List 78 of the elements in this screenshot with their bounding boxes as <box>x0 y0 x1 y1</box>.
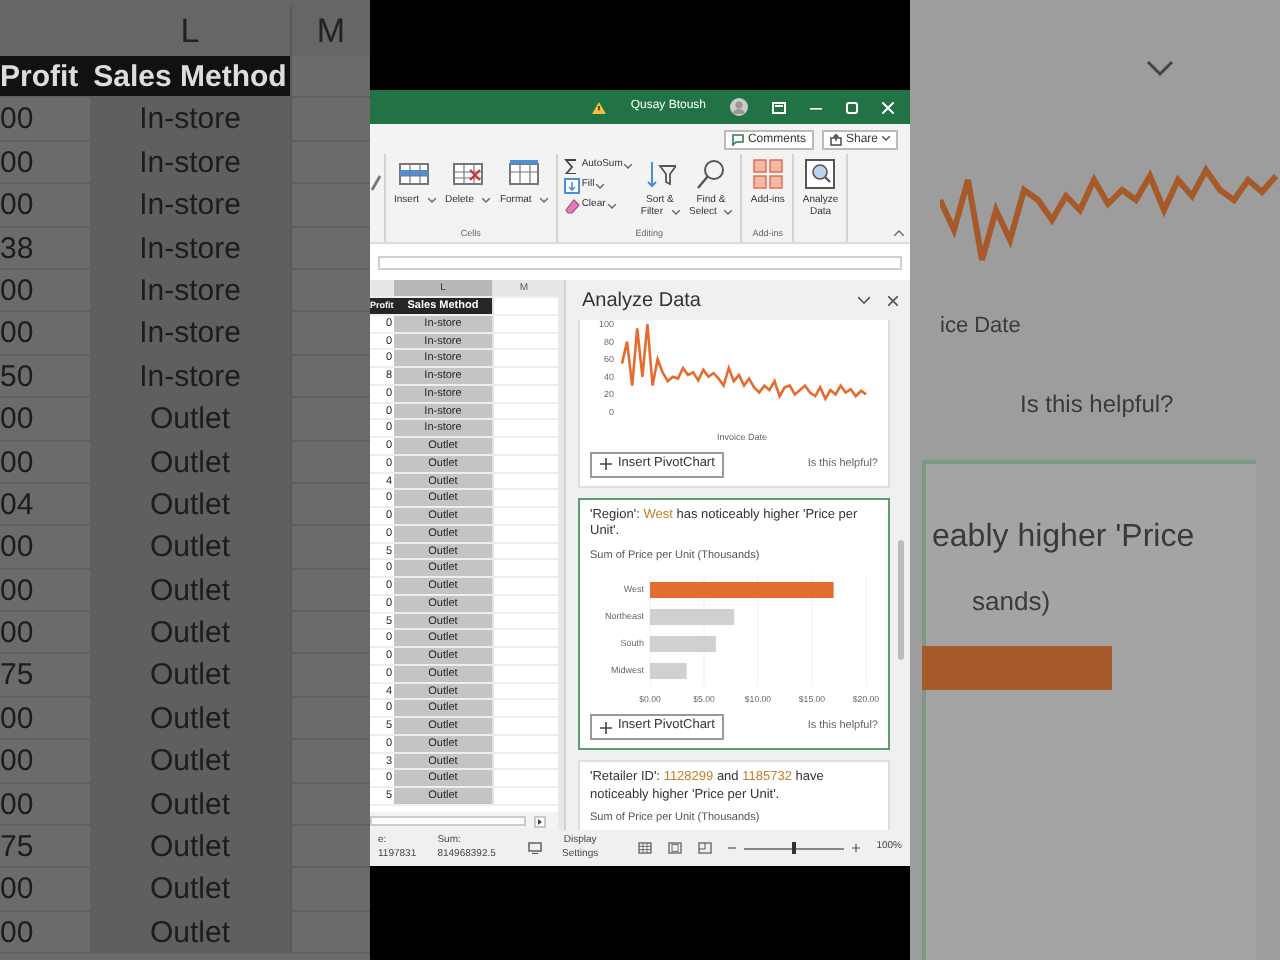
table-cell: Outlet <box>90 483 290 525</box>
scroll-right-icon[interactable] <box>534 815 546 827</box>
vertical-scrollbar[interactable] <box>898 540 904 660</box>
sigma-icon <box>563 158 580 174</box>
table-cell: Outlet <box>90 911 290 953</box>
table-cell-text: 00 <box>0 785 36 825</box>
table-cell-text: 38 <box>0 229 36 268</box>
monitor-icon <box>527 842 542 854</box>
chart-subtitle: sands) <box>970 584 1053 620</box>
header-cell: Sales Method <box>90 56 290 97</box>
insight-text: eably higher 'Price <box>932 518 1197 558</box>
table-cell-text: 00 <box>0 100 36 140</box>
normal-view-icon[interactable] <box>638 842 653 854</box>
header-cell: Profit <box>0 56 90 97</box>
table-cell-text: 50 <box>0 357 36 397</box>
table-cell: Outlet <box>90 826 290 867</box>
avatar-icon[interactable] <box>730 98 748 116</box>
table-cell: Outlet <box>90 441 290 482</box>
caret-icon <box>882 136 890 142</box>
chevron-down-icon[interactable] <box>858 296 870 304</box>
table-cell-text: 04 <box>0 485 36 525</box>
restore-icon[interactable] <box>846 101 858 113</box>
eraser-icon <box>563 198 580 214</box>
table-cell-text: 75 <box>0 828 36 867</box>
table-cell-text: 00 <box>0 271 36 311</box>
add-ins-icon <box>751 158 784 190</box>
table-cell-text: 00 <box>0 571 36 611</box>
table-cell: In-store <box>90 141 290 183</box>
table-cell: In-store <box>90 269 290 311</box>
table-cell-text: 00 <box>0 528 36 568</box>
table-cell-text: 00 <box>0 913 36 953</box>
bar[interactable] <box>650 582 834 599</box>
table-cell-text: 00 <box>0 742 36 782</box>
axis-title: ice Date <box>938 312 1023 342</box>
ribbon-display-icon[interactable] <box>772 101 786 113</box>
table-cell: Outlet <box>90 868 290 910</box>
table-cell: In-store <box>90 98 290 140</box>
table-cell: Outlet <box>90 612 290 653</box>
table-cell: In-store <box>90 184 290 226</box>
chevron-down-icon <box>1146 60 1174 76</box>
search-icon <box>694 158 727 190</box>
table-cell: Outlet <box>90 654 290 696</box>
column-header: L <box>178 9 202 53</box>
table-cell: In-store <box>90 355 290 397</box>
table-cell: Outlet <box>90 398 290 440</box>
share-icon <box>829 133 842 145</box>
plus-icon[interactable] <box>852 844 861 852</box>
table-cell-text: 75 <box>0 656 36 696</box>
table-cell: Outlet <box>90 740 290 782</box>
table-cell-text: 00 <box>0 186 36 226</box>
collapse-icon[interactable] <box>894 230 904 236</box>
pane-title: Analyze Data <box>582 287 703 315</box>
plus-icon <box>600 458 612 471</box>
table-cell-text: 00 <box>0 699 36 739</box>
comment-icon <box>731 133 744 145</box>
warning-icon <box>592 101 607 113</box>
table-cell: Outlet <box>90 526 290 568</box>
table-cell-text: 00 <box>0 614 36 653</box>
table-cell-text: 00 <box>0 400 36 440</box>
slider-thumb[interactable] <box>792 842 797 854</box>
page-break-icon[interactable] <box>698 842 713 854</box>
table-cell: Outlet <box>90 569 290 611</box>
horizontal-scrollbar[interactable] <box>370 816 526 826</box>
minus-icon[interactable] <box>728 844 737 852</box>
table-cell: Outlet <box>90 697 290 739</box>
table-cell: In-store <box>90 312 290 354</box>
table-cell: In-store <box>90 227 290 268</box>
fill-icon <box>563 178 580 194</box>
plus-icon <box>600 721 612 734</box>
table-cell-text: 00 <box>0 443 36 482</box>
page-layout-icon[interactable] <box>668 842 683 854</box>
table-cell-text: 00 <box>0 870 36 910</box>
table-cell-text: 00 <box>0 314 36 354</box>
sort-filter-icon <box>643 158 676 190</box>
zoom-slider[interactable] <box>744 842 845 854</box>
table-cell-text: 00 <box>0 143 36 183</box>
close-icon[interactable] <box>888 295 898 305</box>
table-cell: Outlet <box>90 783 290 825</box>
